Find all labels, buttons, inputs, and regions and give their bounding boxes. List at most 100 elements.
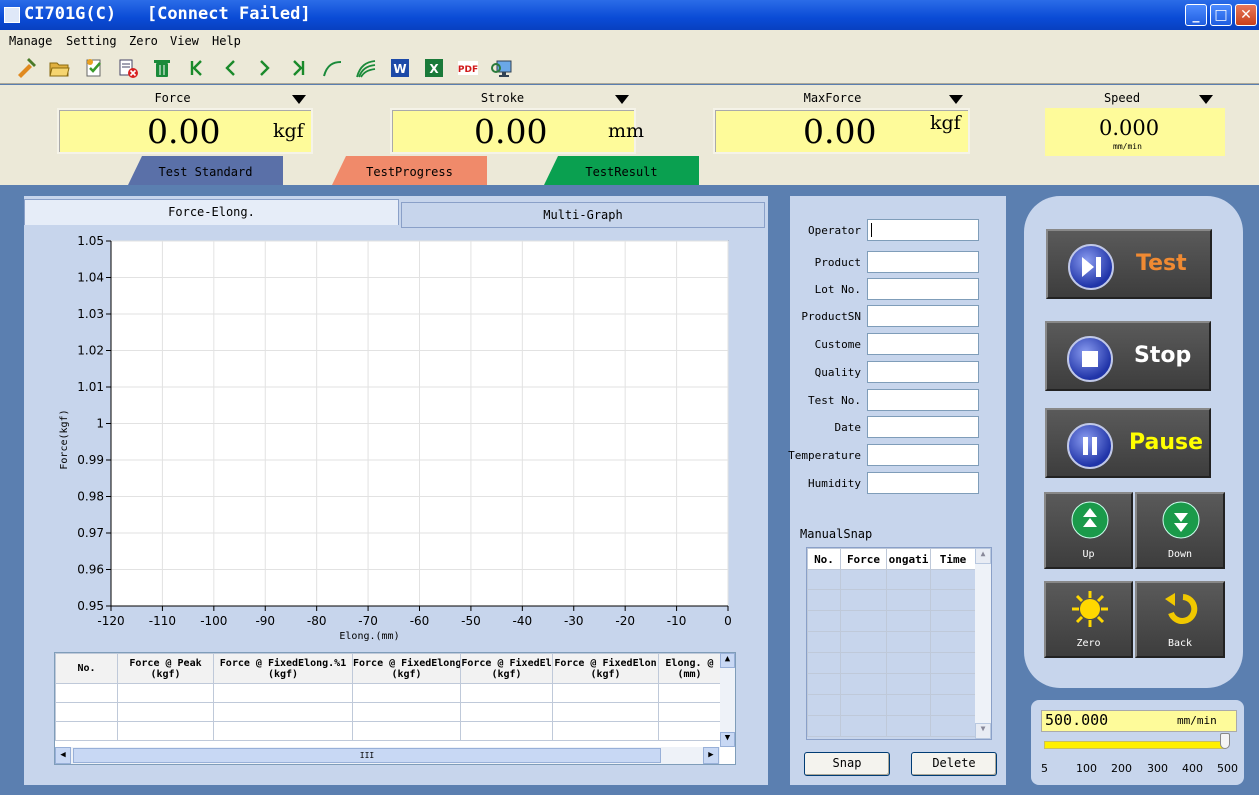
word-icon[interactable]: W: [386, 55, 414, 81]
menu-view[interactable]: View: [170, 34, 199, 48]
table-row[interactable]: [807, 652, 976, 674]
speed-setting-display[interactable]: 500.000 mm/min: [1041, 710, 1237, 732]
col-force-fixed-elong-3[interactable]: Force @ FixedEl (kgf): [460, 653, 553, 684]
svg-text:W: W: [393, 62, 406, 76]
delete-button[interactable]: Delete: [911, 752, 997, 776]
speed-dropdown-icon[interactable]: [1199, 95, 1213, 104]
snap-scroll-down-icon[interactable]: ▼: [975, 723, 991, 739]
table-row[interactable]: [807, 569, 976, 590]
speed-slider-thumb[interactable]: [1220, 733, 1230, 749]
y-tick-label: 0.97: [77, 526, 104, 540]
results-table: No. Force @ Peak (kgf) Force @ FixedElong…: [54, 652, 736, 765]
field-date: Date: [790, 415, 1006, 439]
test-button[interactable]: Test: [1046, 229, 1212, 299]
minimize-button[interactable]: _: [1185, 4, 1207, 26]
col-force-fixed-elong-4[interactable]: Force @ FixedElon (kgf): [552, 653, 659, 684]
field-input[interactable]: [867, 333, 979, 355]
stroke-dropdown-icon[interactable]: [615, 95, 629, 104]
col-elong[interactable]: Elong. @ (mm): [658, 653, 721, 684]
maxforce-dropdown-icon[interactable]: [949, 95, 963, 104]
col-force-fixed-elong-1[interactable]: Force @ FixedElong.%1 (kgf): [213, 653, 353, 684]
first-icon[interactable]: [183, 55, 211, 81]
snap-col-time[interactable]: Time: [930, 548, 976, 570]
up-label: Up: [1082, 549, 1095, 560]
tab-force-elong[interactable]: Force-Elong.: [24, 199, 399, 225]
table-row[interactable]: [807, 673, 976, 695]
monitor-icon[interactable]: [488, 55, 516, 81]
scroll-down-icon[interactable]: ▼: [720, 732, 735, 747]
table-row[interactable]: [807, 715, 976, 737]
force-unit: kgf: [273, 120, 304, 142]
field-label: ProductSN: [801, 310, 861, 323]
snap-button[interactable]: Snap: [804, 752, 890, 776]
tab-test-progress[interactable]: TestProgress: [332, 156, 487, 185]
table-row[interactable]: [55, 702, 721, 722]
curve-icon[interactable]: [318, 55, 346, 81]
scroll-up-icon[interactable]: ▲: [720, 653, 735, 668]
window-title: CI701G(C) [Connect Failed]: [24, 4, 311, 24]
tab-test-result[interactable]: TestResult: [544, 156, 699, 185]
tools-icon[interactable]: [12, 55, 40, 81]
back-button[interactable]: Back: [1135, 581, 1225, 658]
force-elong-chart[interactable]: -120 -110 -100 -90 -80 -70 -60 -50 -40 -30 -20 -10 0…: [24, 228, 768, 648]
scroll-left-icon[interactable]: ◀: [55, 747, 71, 764]
col-force-fixed-elong-2[interactable]: Force @ FixedElong (kgf): [352, 653, 461, 684]
pdf-icon[interactable]: PDF: [454, 55, 482, 81]
table-row[interactable]: [807, 631, 976, 653]
field-input[interactable]: [867, 219, 979, 241]
scroll-right-icon[interactable]: ▶: [703, 747, 719, 764]
field-input[interactable]: [867, 472, 979, 494]
multi-curve-icon[interactable]: [352, 55, 380, 81]
maximize-button[interactable]: □: [1210, 4, 1232, 26]
up-button[interactable]: Up: [1044, 492, 1133, 569]
checklist-icon[interactable]: [80, 55, 108, 81]
field-input[interactable]: [867, 278, 979, 300]
hscroll-thumb[interactable]: III: [73, 748, 661, 763]
stop-button[interactable]: Stop: [1045, 321, 1211, 391]
col-force-peak[interactable]: Force @ Peak (kgf): [117, 653, 214, 684]
close-button[interactable]: ✕: [1235, 4, 1257, 26]
snap-col-elongation[interactable]: ongati: [886, 548, 931, 570]
open-folder-icon[interactable]: [45, 55, 73, 81]
field-input[interactable]: [867, 416, 979, 438]
x-tick-label: -60: [410, 614, 430, 628]
delete-file-icon[interactable]: [114, 55, 142, 81]
pause-button[interactable]: Pause: [1045, 408, 1211, 478]
prev-icon[interactable]: [217, 55, 245, 81]
field-input[interactable]: [867, 305, 979, 327]
table-row[interactable]: [807, 610, 976, 632]
last-icon[interactable]: [284, 55, 312, 81]
title-bar: CI701G(C) [Connect Failed] _ □ ✕: [0, 0, 1259, 30]
table-row[interactable]: [55, 721, 721, 741]
zero-button[interactable]: Zero: [1044, 581, 1133, 658]
table-row[interactable]: [55, 683, 721, 703]
menu-help[interactable]: Help: [212, 34, 241, 48]
snap-scroll-up-icon[interactable]: ▲: [975, 548, 991, 564]
results-vscroll[interactable]: ▲ ▼: [720, 653, 735, 747]
force-dropdown-icon[interactable]: [292, 95, 306, 104]
down-button[interactable]: Down: [1135, 492, 1225, 569]
snap-col-force[interactable]: Force: [840, 548, 887, 570]
speed-slider-track[interactable]: [1044, 741, 1224, 749]
snap-col-no[interactable]: No.: [807, 548, 841, 570]
menu-manage[interactable]: Manage: [9, 34, 52, 48]
field-input[interactable]: [867, 251, 979, 273]
force-display: 0.00 kgf: [57, 108, 313, 154]
tab-test-standard[interactable]: Test Standard: [128, 156, 283, 185]
col-no[interactable]: No.: [55, 653, 118, 684]
next-icon[interactable]: [250, 55, 278, 81]
field-input[interactable]: [867, 444, 979, 466]
tab-multi-graph[interactable]: Multi-Graph: [401, 202, 765, 228]
snap-vscroll[interactable]: ▲ ▼: [975, 548, 991, 739]
menu-setting[interactable]: Setting: [66, 34, 117, 48]
stroke-display: 0.00 mm: [390, 108, 644, 154]
table-row[interactable]: [807, 589, 976, 611]
trash-icon[interactable]: [148, 55, 176, 81]
excel-icon[interactable]: X: [420, 55, 448, 81]
results-hscroll[interactable]: ◀ III ▶: [55, 747, 720, 764]
table-row[interactable]: [807, 694, 976, 716]
field-input[interactable]: [867, 361, 979, 383]
menu-zero[interactable]: Zero: [129, 34, 158, 48]
x-tick-label: -30: [564, 614, 584, 628]
field-input[interactable]: [867, 389, 979, 411]
